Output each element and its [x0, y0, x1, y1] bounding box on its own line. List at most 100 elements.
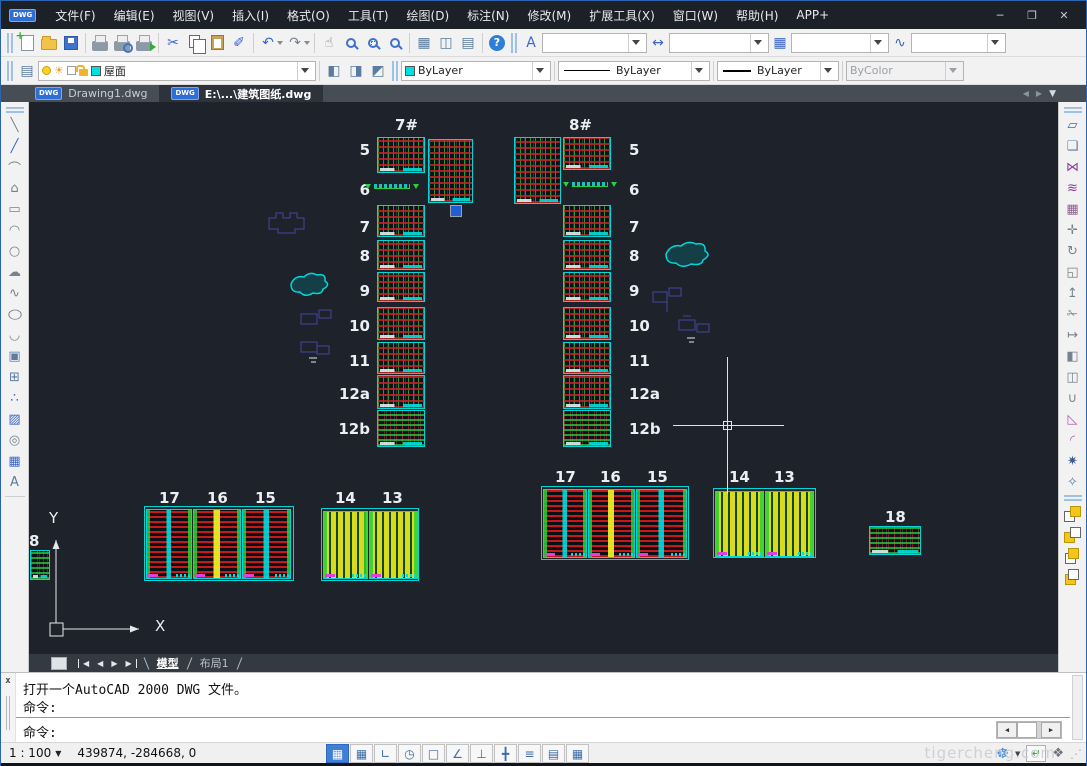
construction-line-tool[interactable]: ╱	[4, 136, 26, 157]
menu-express-tools[interactable]: 扩展工具(X)	[580, 1, 664, 29]
plan-thumbnail[interactable]	[377, 375, 425, 409]
layer-thaw-sun-icon[interactable]: ☀	[54, 65, 64, 76]
elevation-thumbnail[interactable]	[369, 511, 418, 579]
layer-combo[interactable]: ☀ 屋面	[38, 61, 316, 81]
model-tab[interactable]: 模型	[153, 654, 183, 672]
zoom-realtime-button[interactable]	[340, 32, 362, 54]
dim-style-combo[interactable]	[669, 33, 769, 53]
pan-button[interactable]: ☝	[318, 32, 340, 54]
elevation-thumbnail[interactable]	[323, 511, 368, 579]
layout-last-button[interactable]: ▶	[121, 659, 136, 668]
ducs-toggle[interactable]: ⊥	[470, 744, 493, 763]
menu-insert[interactable]: 插入(I)	[223, 1, 278, 29]
zoom-previous-button[interactable]	[384, 32, 406, 54]
plan-thumbnail[interactable]	[563, 307, 611, 340]
tool-palettes-button[interactable]: ▤	[457, 32, 479, 54]
copy-object-tool[interactable]: ❏	[1062, 136, 1084, 157]
selected-solid-square[interactable]	[450, 205, 462, 217]
properties-palette-button[interactable]: ▦	[413, 32, 435, 54]
minimize-button[interactable]: ─	[986, 5, 1014, 25]
line-tool[interactable]: ╲	[4, 115, 26, 136]
layer-vp-freeze-icon[interactable]	[67, 66, 76, 75]
otrack-toggle[interactable]: ∠	[446, 744, 469, 763]
stretch-tool[interactable]: ↥	[1062, 283, 1084, 304]
send-under-tool[interactable]	[1062, 566, 1084, 587]
polyline-tool[interactable]: ⌒	[4, 157, 26, 178]
snap-toggle[interactable]: ▦	[326, 744, 349, 763]
command-input-prompt[interactable]: 命令:	[23, 722, 57, 741]
explode-attributes-tool[interactable]: ✧	[1062, 472, 1084, 493]
command-vertical-scrollbar[interactable]	[1072, 675, 1083, 740]
plan-thumbnail-large[interactable]	[514, 137, 561, 204]
elevation-thumbnail[interactable]	[146, 509, 192, 579]
match-properties-button[interactable]: ✐	[228, 32, 250, 54]
combo-arrow[interactable]	[691, 62, 706, 80]
toolbar-drag-handle[interactable]	[6, 107, 24, 113]
drawing-canvas[interactable]: 7# 8# 5 6 7 8 9 10 11 12a 12b	[29, 102, 1058, 654]
redo-button[interactable]: ↷	[284, 32, 306, 54]
layout1-tab[interactable]: 布局1	[196, 654, 233, 672]
menu-draw[interactable]: 绘图(D)	[398, 1, 459, 29]
send-to-back-tool[interactable]	[1062, 524, 1084, 545]
plan-thumbnail[interactable]	[563, 410, 611, 447]
help-button[interactable]: ?	[486, 32, 508, 54]
undo-button[interactable]: ↶	[257, 32, 279, 54]
combo-arrow[interactable]	[870, 34, 885, 52]
annotation-button[interactable]: ↵	[1026, 745, 1046, 762]
toolbar-drag-handle[interactable]	[392, 61, 398, 81]
tab-scroll-left-icon[interactable]: ◀	[1023, 89, 1029, 98]
menu-help[interactable]: 帮助(H)	[727, 1, 787, 29]
scrollbar-thumb[interactable]	[1017, 722, 1037, 738]
plan-thumbnail[interactable]	[563, 137, 611, 170]
plan-thumbnail[interactable]	[377, 205, 425, 237]
layer-previous-button[interactable]: ◨	[345, 60, 367, 82]
menu-app-plus[interactable]: APP+	[787, 1, 838, 29]
elevation-thumbnail[interactable]	[765, 491, 814, 557]
make-block-tool[interactable]: ⊞	[4, 367, 26, 388]
plan-thumbnail[interactable]	[563, 205, 611, 237]
paste-button[interactable]	[206, 32, 228, 54]
grid-toggle[interactable]: ▦	[350, 744, 373, 763]
layer-unlock-icon[interactable]	[79, 69, 88, 76]
menu-modify[interactable]: 修改(M)	[518, 1, 580, 29]
restore-button[interactable]: ❐	[1018, 5, 1046, 25]
combo-arrow[interactable]	[820, 62, 835, 80]
toolbar-drag-handle[interactable]	[1064, 495, 1082, 501]
layer-manager-button[interactable]: ▤	[16, 60, 38, 82]
region-tool[interactable]: ◎	[4, 430, 26, 451]
new-file-button[interactable]	[16, 32, 38, 54]
lineweight-combo[interactable]: ByLayer	[717, 61, 839, 81]
scroll-left-icon[interactable]: ◀	[997, 722, 1017, 738]
menu-tools[interactable]: 工具(T)	[339, 1, 398, 29]
copy-button[interactable]	[184, 32, 206, 54]
command-horizontal-scrollbar[interactable]: ◀ ▶	[996, 721, 1062, 739]
menu-format[interactable]: 格式(O)	[278, 1, 339, 29]
combo-arrow[interactable]	[532, 62, 547, 80]
elevation-thumbnail[interactable]	[242, 509, 291, 579]
chamfer-tool[interactable]: ◺	[1062, 409, 1084, 430]
layer-on-bulb-icon[interactable]	[42, 66, 51, 75]
coordinates-readout[interactable]: 439874, -284668, 0	[77, 746, 196, 760]
tab-building-drawing[interactable]: DWG E:\...\建筑图纸.dwg	[159, 85, 323, 102]
mleader-style-combo[interactable]	[911, 33, 1006, 53]
polygon-tool[interactable]: ⌂	[4, 178, 26, 199]
zoom-window-button[interactable]	[362, 32, 384, 54]
app-logo-dwg-icon[interactable]: DWG	[9, 9, 36, 22]
toolbar-drag-handle[interactable]	[7, 33, 13, 53]
quick-properties-toggle[interactable]: ▤	[542, 744, 565, 763]
table-style-combo[interactable]	[791, 33, 889, 53]
fillet-tool[interactable]: ◜	[1062, 430, 1084, 451]
plan-thumbnail[interactable]	[377, 137, 425, 173]
print-preview-button[interactable]	[111, 32, 133, 54]
status-menu-arrow-icon[interactable]: ▼	[1015, 750, 1020, 758]
mtext-tool[interactable]: A	[4, 472, 26, 493]
scale-tool[interactable]: ◱	[1062, 262, 1084, 283]
move-tool[interactable]: ✛	[1062, 220, 1084, 241]
plan-thumbnail[interactable]	[377, 307, 425, 340]
menu-window[interactable]: 窗口(W)	[664, 1, 727, 29]
row6-annotation[interactable]	[365, 184, 419, 189]
lineweight-toggle[interactable]: ≡	[518, 744, 541, 763]
plan-thumbnail[interactable]	[563, 375, 611, 409]
open-file-button[interactable]	[38, 32, 60, 54]
resize-grip-icon[interactable]: ⋰	[1070, 747, 1082, 761]
